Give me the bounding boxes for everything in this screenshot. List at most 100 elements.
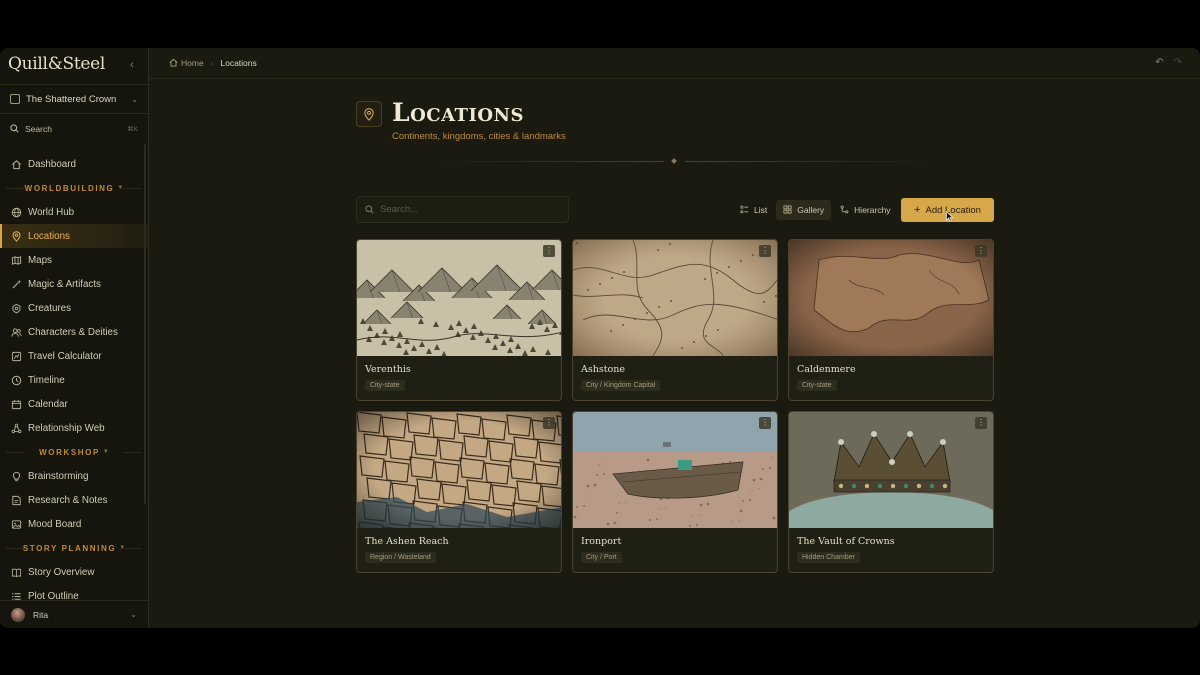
location-card-ironport[interactable]: ⋮ Ironport City / Port — [572, 411, 778, 573]
location-card-caldenmere[interactable]: ⋮ Caldenmere City-state — [788, 239, 994, 401]
location-search-input[interactable] — [380, 204, 550, 215]
card-menu-button[interactable]: ⋮ — [759, 245, 771, 257]
sidebar-scrollbar[interactable] — [144, 144, 146, 504]
location-type-badge: City / Kingdom Capital — [581, 380, 661, 391]
sidebar-item-creatures[interactable]: Creatures — [0, 296, 148, 320]
users-icon — [11, 327, 22, 338]
sidebar-item-label: Relationship Web — [28, 422, 105, 434]
hierarchy-icon — [840, 205, 849, 216]
sidebar-item-relationship-web[interactable]: Relationship Web — [0, 416, 148, 440]
location-card-the-ashen-reach[interactable]: ⋮ The Ashen Reach Region / Wasteland — [356, 411, 562, 573]
sidebar-item-label: Locations — [28, 230, 70, 242]
sidebar: Quill&Steel ‹ The Shattered Crown ⌄ Sear… — [0, 48, 149, 628]
undo-icon[interactable]: ↶ — [1155, 57, 1163, 68]
sidebar-item-timeline[interactable]: Timeline — [0, 368, 148, 392]
clock-icon — [11, 375, 22, 386]
location-name: Verenthis — [365, 364, 411, 375]
view-gallery-button[interactable]: Gallery — [776, 200, 832, 220]
map-icon — [11, 255, 22, 266]
search-icon — [10, 120, 19, 138]
sidebar-item-label: Characters & Deities — [28, 326, 118, 338]
location-card-verenthis[interactable]: ⋮ Verenthis City-state — [356, 239, 562, 401]
sidebar-item-label: Magic & Artifacts — [28, 278, 101, 290]
location-name: Ashstone — [581, 364, 626, 375]
project-selector[interactable]: The Shattered Crown ⌄ — [0, 84, 148, 114]
sidebar-item-story-overview[interactable]: Story Overview — [0, 560, 148, 584]
main-content: Home › Locations ↶ ↷ Locations Continent… — [149, 48, 1200, 628]
location-image: ⋮ — [789, 412, 993, 528]
notes-icon — [11, 495, 22, 506]
more-vertical-icon: ⋮ — [545, 418, 553, 427]
sidebar-item-maps[interactable]: Maps — [0, 248, 148, 272]
location-image: ⋮ — [573, 412, 777, 528]
location-type-badge: City-state — [797, 380, 837, 391]
mouse-cursor-icon — [946, 209, 954, 227]
section-header-workshop[interactable]: WORKSHOP ▼ — [0, 440, 148, 464]
view-label: List — [754, 205, 768, 215]
sidebar-item-label: Dashboard — [28, 158, 76, 170]
section-header-story-planning[interactable]: STORY PLANNING ▼ — [0, 536, 148, 560]
location-type-badge: Region / Wasteland — [365, 552, 436, 563]
location-image: ⋮ — [573, 240, 777, 356]
sidebar-item-world-hub[interactable]: World Hub — [0, 200, 148, 224]
user-menu[interactable]: Rita ⌄ — [0, 600, 148, 628]
globe-icon — [11, 207, 22, 218]
location-search[interactable] — [356, 196, 569, 223]
section-header-worldbuilding[interactable]: WORLDBUILDING ▼ — [0, 176, 148, 200]
view-list-button[interactable]: List — [733, 200, 774, 220]
image-icon — [11, 519, 22, 530]
chevron-down-icon: ⌄ — [130, 610, 137, 619]
sidebar-item-mood-board[interactable]: Mood Board — [0, 512, 148, 536]
location-gallery: ⋮ Verenthis City-state ⋮ Ashstone City /… — [356, 239, 994, 573]
location-name: Ironport — [581, 536, 622, 547]
location-type-badge: City / Port — [581, 552, 622, 563]
card-menu-button[interactable]: ⋮ — [543, 417, 555, 429]
map-pin-icon — [356, 101, 382, 127]
sidebar-item-calendar[interactable]: Calendar — [0, 392, 148, 416]
home-icon — [169, 58, 181, 69]
section-label: WORLDBUILDING — [24, 183, 115, 193]
card-menu-button[interactable]: ⋮ — [543, 245, 555, 257]
location-card-ashstone[interactable]: ⋮ Ashstone City / Kingdom Capital — [572, 239, 778, 401]
top-bar: Home › Locations ↶ ↷ — [149, 48, 1200, 79]
brand-logo: Quill&Steel — [8, 54, 106, 74]
lightbulb-icon — [11, 471, 22, 482]
book-icon — [11, 567, 22, 578]
chevron-down-icon: ▼ — [119, 545, 126, 551]
view-hierarchy-button[interactable]: Hierarchy — [833, 200, 897, 220]
breadcrumb-current: Locations — [220, 58, 257, 68]
breadcrumb-home[interactable]: Home — [169, 58, 204, 69]
sidebar-search[interactable]: Search ⌘K — [0, 120, 148, 138]
sidebar-item-label: Maps — [28, 254, 52, 266]
sidebar-item-label: Travel Calculator — [28, 350, 102, 362]
redo-icon[interactable]: ↷ — [1174, 57, 1182, 68]
chevron-down-icon: ▼ — [117, 185, 124, 191]
sidebar-item-label: Brainstorming — [28, 470, 89, 482]
sidebar-item-travel-calculator[interactable]: Travel Calculator — [0, 344, 148, 368]
sidebar-item-locations[interactable]: Locations — [0, 224, 148, 248]
card-menu-button[interactable]: ⋮ — [759, 417, 771, 429]
sidebar-item-label: Research & Notes — [28, 494, 108, 506]
more-vertical-icon: ⋮ — [545, 246, 553, 255]
sidebar-item-research-and-notes[interactable]: Research & Notes — [0, 488, 148, 512]
plus-icon: + — [914, 204, 921, 216]
collapse-sidebar-button[interactable]: ‹ — [126, 58, 138, 72]
project-name: The Shattered Crown — [26, 93, 117, 105]
more-vertical-icon: ⋮ — [977, 418, 985, 427]
view-toggle: List Gallery Hierarchy — [733, 200, 898, 220]
sidebar-item-dashboard[interactable]: Dashboard — [0, 152, 148, 176]
card-menu-button[interactable]: ⋮ — [975, 417, 987, 429]
network-icon — [11, 423, 22, 434]
book-icon — [10, 94, 20, 104]
search-label: Search — [25, 124, 52, 134]
sidebar-item-magic-and-artifacts[interactable]: Magic & Artifacts — [0, 272, 148, 296]
location-card-the-vault-of-crowns[interactable]: ⋮ The Vault of Crowns Hidden Chamber — [788, 411, 994, 573]
chevron-down-icon: ⌄ — [131, 94, 138, 104]
list-icon — [740, 205, 749, 216]
card-menu-button[interactable]: ⋮ — [975, 245, 987, 257]
chevron-down-icon: ▼ — [102, 449, 109, 455]
wand-icon — [11, 279, 22, 290]
sidebar-item-brainstorming[interactable]: Brainstorming — [0, 464, 148, 488]
location-image: ⋮ — [357, 240, 561, 356]
sidebar-item-characters-and-deities[interactable]: Characters & Deities — [0, 320, 148, 344]
